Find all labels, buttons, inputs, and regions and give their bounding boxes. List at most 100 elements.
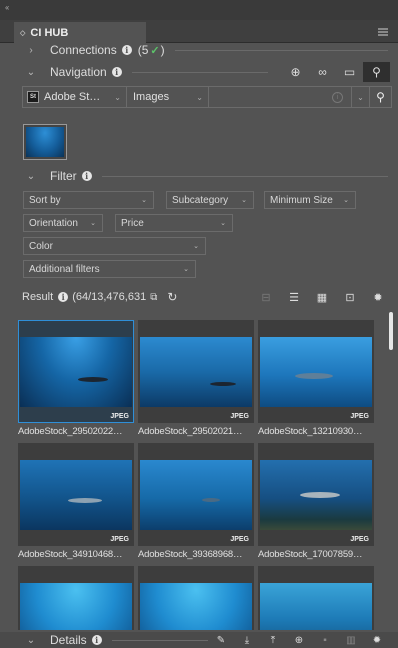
sort-by-dropdown[interactable]: Sort by ⌄ xyxy=(23,191,154,209)
minimum-size-label: Minimum Size xyxy=(270,194,333,206)
filter-label: Filter xyxy=(50,169,77,183)
additional-filters-label: Additional filters xyxy=(29,263,100,275)
subcategory-dropdown[interactable]: Subcategory ⌄ xyxy=(166,191,254,209)
result-item[interactable] xyxy=(138,566,254,630)
view-grid-icon[interactable]: ▦ xyxy=(308,291,336,304)
search-icon[interactable]: ⚲ xyxy=(363,62,390,82)
upload-icon[interactable]: ⤒ xyxy=(260,635,286,646)
chevron-down-icon: ⌄ xyxy=(183,266,189,273)
section-divider xyxy=(131,71,268,73)
info-icon[interactable]: i xyxy=(332,91,343,103)
view-large-icon[interactable]: ⊡ xyxy=(336,291,364,304)
download-icon[interactable]: ⤓ xyxy=(234,635,260,646)
asset-type-dropdown[interactable]: Images ⌄ xyxy=(127,87,209,107)
info-icon[interactable]: i xyxy=(91,635,102,645)
file-type-badge: JPEG xyxy=(350,413,369,420)
chevron-down-icon: ⌄ xyxy=(141,197,147,204)
navigation-section[interactable]: ⌄ Navigation i ⊕ ∞ ▭ ⚲ xyxy=(0,62,398,82)
details-toolbar: ✎ ⤓ ⤒ ⊕ ▪ ▥ ✹ xyxy=(208,632,390,648)
navigation-label: Navigation xyxy=(50,65,107,79)
refresh-icon[interactable]: ↻ xyxy=(167,290,177,304)
result-item-name: AdobeStock_34910468… xyxy=(18,549,123,560)
result-item[interactable]: JPEG AdobeStock_17007859… xyxy=(258,443,374,560)
color-label: Color xyxy=(29,240,53,252)
chevron-down-icon: ⌄ xyxy=(343,197,349,204)
file-type-badge: JPEG xyxy=(230,413,249,420)
section-divider xyxy=(111,639,208,641)
price-label: Price xyxy=(121,217,144,229)
results-scrollbar[interactable] xyxy=(389,312,393,350)
chevron-down-icon: ⌄ xyxy=(241,197,247,204)
file-type-badge: JPEG xyxy=(110,413,129,420)
minimum-size-dropdown[interactable]: Minimum Size ⌄ xyxy=(264,191,356,209)
lock-icon[interactable]: ▪ xyxy=(312,635,338,646)
folder-icon[interactable]: ⧉ xyxy=(150,292,157,303)
additional-filters-dropdown[interactable]: Additional filters ⌄ xyxy=(23,260,196,278)
orientation-dropdown[interactable]: Orientation ⌄ xyxy=(23,214,103,232)
view-list-icon[interactable]: ☰ xyxy=(280,291,308,304)
collapse-panel-icon[interactable]: ‹‹ xyxy=(5,3,9,12)
zoom-in-icon[interactable]: ⊕ xyxy=(282,65,309,79)
navigation-toolbar: ⊕ ∞ ▭ ⚲ xyxy=(282,62,390,82)
search-input[interactable] xyxy=(209,87,332,107)
details-label: Details xyxy=(50,633,87,647)
search-icon[interactable]: ⚲ xyxy=(369,87,391,107)
sort-by-label: Sort by xyxy=(29,194,61,206)
section-divider xyxy=(101,175,388,177)
result-item-name: AdobeStock_13210930… xyxy=(258,426,363,437)
tab-title: CI HUB xyxy=(30,26,69,39)
panel-menu-icon[interactable] xyxy=(378,28,388,36)
connections-count: (5 xyxy=(137,43,149,57)
tab-diamond-icon: ◇ xyxy=(20,29,26,37)
result-item-name: AdobeStock_39368968… xyxy=(138,549,243,560)
info-icon[interactable]: i xyxy=(81,171,92,181)
view-mode-toolbar: ⊟ ☰ ▦ ⊡ ✹ xyxy=(252,288,392,306)
info-icon[interactable]: i xyxy=(58,292,69,302)
settings-gear-icon[interactable]: ✹ xyxy=(364,635,390,646)
result-item[interactable]: JPEG AdobeStock_29502022… xyxy=(18,320,134,437)
result-item[interactable] xyxy=(18,566,134,630)
search-bar: St Adobe St… ⌄ Images ⌄ i ⌄ ⚲ xyxy=(22,86,392,108)
section-divider xyxy=(174,49,388,51)
current-image-thumbnail[interactable] xyxy=(23,124,67,160)
result-item[interactable]: JPEG AdobeStock_29502021… xyxy=(138,320,254,437)
result-item-name: AdobeStock_29502021… xyxy=(138,426,243,437)
link-icon[interactable]: ∞ xyxy=(309,65,336,79)
result-item[interactable]: JPEG AdobeStock_13210930… xyxy=(258,320,374,437)
folder-icon[interactable]: ▭ xyxy=(336,65,363,79)
orientation-label: Orientation xyxy=(29,217,78,229)
view-small-grid-icon[interactable]: ⊟ xyxy=(252,291,280,304)
filter-section[interactable]: ⌄ Filter i xyxy=(0,166,398,186)
result-item-name: AdobeStock_17007859… xyxy=(258,549,363,560)
connections-section[interactable]: › Connections i (5 ✓ ) xyxy=(0,40,398,60)
chevron-down-icon[interactable]: ⌄ xyxy=(24,67,38,78)
edit-icon[interactable]: ✎ xyxy=(208,635,234,646)
zoom-in-icon[interactable]: ⊕ xyxy=(286,635,312,646)
info-icon[interactable]: i xyxy=(111,67,122,77)
result-item[interactable]: JPEG AdobeStock_34910468… xyxy=(18,443,134,560)
search-options-chevron-icon[interactable]: ⌄ xyxy=(351,87,369,107)
color-dropdown[interactable]: Color ⌄ xyxy=(23,237,206,255)
chevron-down-icon: ⌄ xyxy=(196,92,203,102)
result-item[interactable]: JPEG AdobeStock_39368968… xyxy=(138,443,254,560)
chevron-down-icon: ⌄ xyxy=(220,220,226,227)
provider-label: Adobe St… xyxy=(44,91,101,103)
chevron-down-icon: ⌄ xyxy=(90,220,96,227)
result-count: (64/13,476,631 xyxy=(72,291,147,303)
settings-gear-icon[interactable]: ✹ xyxy=(364,291,392,304)
connections-count-close: ) xyxy=(160,43,165,57)
price-dropdown[interactable]: Price ⌄ xyxy=(115,214,233,232)
chevron-down-icon[interactable]: ⌄ xyxy=(24,635,38,646)
checkmark-icon: ✓ xyxy=(150,44,160,57)
chevron-down-icon: ⌄ xyxy=(193,243,199,250)
result-item[interactable] xyxy=(258,566,374,630)
result-label: Result xyxy=(22,291,54,303)
trash-icon[interactable]: ▥ xyxy=(338,635,364,646)
asset-type-label: Images xyxy=(133,91,170,103)
chevron-right-icon[interactable]: › xyxy=(24,45,38,56)
chevron-down-icon[interactable]: ⌄ xyxy=(24,171,38,182)
chevron-down-icon: ⌄ xyxy=(114,92,121,102)
details-section[interactable]: ⌄ Details i ✎ ⤓ ⤒ ⊕ ▪ ▥ ✹ xyxy=(0,632,398,648)
info-icon[interactable]: i xyxy=(121,45,132,55)
provider-dropdown[interactable]: St Adobe St… ⌄ xyxy=(23,87,127,107)
